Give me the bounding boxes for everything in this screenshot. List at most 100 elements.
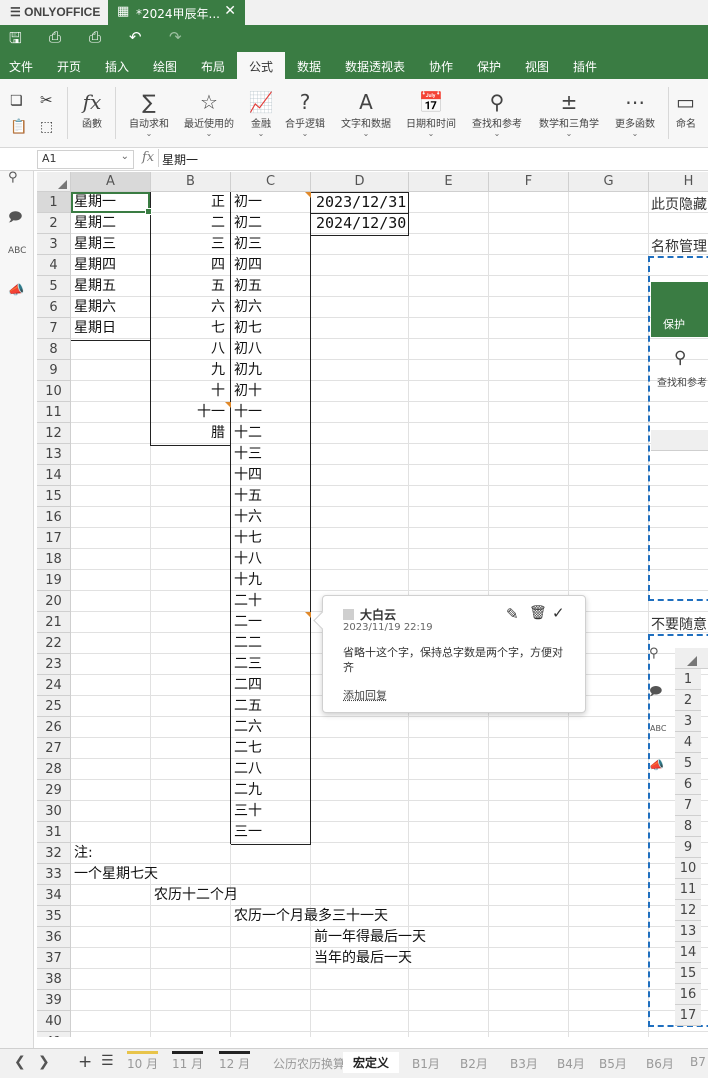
cell-lunar-month[interactable]: 正 <box>151 192 225 213</box>
row-header[interactable]: 39 <box>37 990 71 1011</box>
cell-date[interactable]: 2023/12/31 <box>316 192 406 213</box>
sheet-tab[interactable]: 11 月 <box>172 1051 204 1072</box>
print-icon[interactable]: ⎙ <box>49 28 61 46</box>
select-all-icon[interactable]: ⬚ <box>40 119 53 135</box>
cell-lunar-day[interactable]: 三十 <box>234 801 262 822</box>
row-header[interactable]: 38 <box>37 969 71 990</box>
name-box[interactable]: A1 ⌄ <box>37 150 134 169</box>
row-header[interactable]: 41 <box>37 1032 71 1037</box>
cell-lunar-day[interactable]: 二一 <box>234 612 262 633</box>
cell-lunar-month[interactable]: 七 <box>151 318 225 339</box>
row-header[interactable]: 17 <box>37 528 71 549</box>
edit-icon[interactable]: ✎ <box>506 605 519 623</box>
redo-icon[interactable]: ↷ <box>169 28 182 46</box>
menu-plugins[interactable]: 插件 <box>573 58 597 75</box>
row-header[interactable]: 30 <box>37 801 71 822</box>
cell-lunar-day[interactable]: 十四 <box>234 465 262 486</box>
cell-lunar-day[interactable]: 初二 <box>234 213 262 234</box>
sheet-tab[interactable]: 公历农历换算 <box>273 1055 345 1072</box>
menu-formula[interactable]: 公式 <box>249 58 273 75</box>
column-header-d[interactable]: D <box>311 172 409 192</box>
cell-lunar-day[interactable]: 三一 <box>234 822 262 843</box>
spellcheck-icon[interactable]: ABC <box>8 246 26 256</box>
quick-print-icon[interactable]: ⎙ <box>89 28 101 46</box>
cell-lunar-day[interactable]: 初七 <box>234 318 262 339</box>
chevron-right-icon[interactable]: ❯ <box>38 1054 50 1070</box>
menu-protect[interactable]: 保护 <box>477 58 501 75</box>
cell-lunar-month[interactable]: 九 <box>151 360 225 381</box>
cell-note[interactable]: 注: <box>74 843 93 864</box>
menu-pivot[interactable]: 数据透视表 <box>345 58 405 75</box>
financial-button[interactable]: 📈 金融 ⌄ <box>243 79 279 138</box>
column-header-f[interactable]: F <box>489 172 569 192</box>
sheet-list-icon[interactable]: ☰ <box>101 1053 114 1069</box>
lookup-reference-button[interactable]: ⚲ 查找和参考 ⌄ <box>466 79 528 138</box>
row-header[interactable]: 31 <box>37 822 71 843</box>
row-header[interactable]: 28 <box>37 759 71 780</box>
cell-weekday[interactable]: 星期六 <box>74 297 116 318</box>
row-header[interactable]: 19 <box>37 570 71 591</box>
row-header[interactable]: 18 <box>37 549 71 570</box>
text-data-button[interactable]: A 文字和数据 ⌄ <box>335 79 397 138</box>
row-header[interactable]: 8 <box>37 339 71 360</box>
row-header[interactable]: 35 <box>37 906 71 927</box>
column-header-g[interactable]: G <box>569 172 649 192</box>
column-header-a[interactable]: A <box>71 172 151 192</box>
copy-icon[interactable]: ❏ <box>10 93 23 109</box>
cell-lunar-day[interactable]: 初三 <box>234 234 262 255</box>
row-header[interactable]: 20 <box>37 591 71 612</box>
cell-note[interactable]: 农历一个月最多三十一天 <box>234 906 388 927</box>
cell-lunar-month[interactable]: 腊 <box>151 423 225 444</box>
menu-layout[interactable]: 布局 <box>201 58 225 75</box>
menu-insert[interactable]: 插入 <box>105 58 129 75</box>
cell-lunar-day[interactable]: 二六 <box>234 717 262 738</box>
search-icon[interactable]: ⚲ <box>8 170 18 185</box>
cell-lunar-day[interactable]: 初五 <box>234 276 262 297</box>
chevron-left-icon[interactable]: ❮ <box>14 1054 26 1070</box>
comment-icon[interactable]: 🗩 <box>8 208 22 230</box>
document-tab[interactable]: ▦ *2024甲辰年... ✕ <box>108 0 245 25</box>
delete-icon[interactable]: 🗑 <box>529 605 547 621</box>
cell-lunar-day[interactable]: 初十 <box>234 381 262 402</box>
row-header[interactable]: 12 <box>37 423 71 444</box>
cell-lunar-day[interactable]: 二七 <box>234 738 262 759</box>
cell-lunar-day[interactable]: 初四 <box>234 255 262 276</box>
row-header[interactable]: 9 <box>37 360 71 381</box>
row-header[interactable]: 23 <box>37 654 71 675</box>
row-header[interactable]: 4 <box>37 255 71 276</box>
cell-lunar-day[interactable]: 二九 <box>234 780 262 801</box>
row-header[interactable]: 22 <box>37 633 71 654</box>
row-header[interactable]: 40 <box>37 1011 71 1032</box>
cell-lunar-day[interactable]: 初一 <box>234 192 262 213</box>
comment-popup[interactable]: 大白云 2023/11/19 22:19 ✎ 🗑 ✓ 省略十这个字，保持总字数是… <box>313 595 586 713</box>
select-all-corner[interactable] <box>37 172 71 192</box>
cell-note[interactable]: 一个星期七天 <box>74 864 158 885</box>
cell-lunar-month[interactable]: 三 <box>151 234 225 255</box>
sheet-tab[interactable]: B5月 <box>599 1055 627 1072</box>
add-sheet-icon[interactable]: + <box>78 1052 92 1072</box>
cell-lunar-day[interactable]: 十九 <box>234 570 262 591</box>
cell-lunar-month[interactable]: 十一 <box>151 402 225 423</box>
cell-lunar-month[interactable]: 八 <box>151 339 225 360</box>
column-header-c[interactable]: C <box>231 172 311 192</box>
row-header[interactable]: 14 <box>37 465 71 486</box>
more-functions-button[interactable]: ⋯ 更多函数 ⌄ <box>609 79 661 138</box>
sheet-tab[interactable]: B7 <box>690 1055 706 1069</box>
cell-lunar-day[interactable]: 十三 <box>234 444 262 465</box>
cell-weekday[interactable]: 星期三 <box>74 234 116 255</box>
cell-lunar-day[interactable]: 初九 <box>234 360 262 381</box>
sheet-tab[interactable]: B2月 <box>460 1055 488 1072</box>
undo-icon[interactable]: ↶ <box>129 28 142 46</box>
row-header[interactable]: 32 <box>37 843 71 864</box>
cell-lunar-day[interactable]: 二八 <box>234 759 262 780</box>
cell-weekday[interactable]: 星期二 <box>74 213 116 234</box>
cell-note[interactable]: 农历十二个月 <box>154 885 238 906</box>
cell-lunar-day[interactable]: 十五 <box>234 486 262 507</box>
cell-note[interactable]: 当年的最后一天 <box>314 948 412 969</box>
add-reply-link[interactable]: 添加回复 <box>343 687 387 703</box>
row-header[interactable]: 2 <box>37 213 71 234</box>
save-icon[interactable]: 🖫 <box>9 28 22 53</box>
row-header[interactable]: 21 <box>37 612 71 633</box>
sheet-tab[interactable]: 10 月 <box>127 1051 159 1072</box>
menu-view[interactable]: 视图 <box>525 58 549 75</box>
